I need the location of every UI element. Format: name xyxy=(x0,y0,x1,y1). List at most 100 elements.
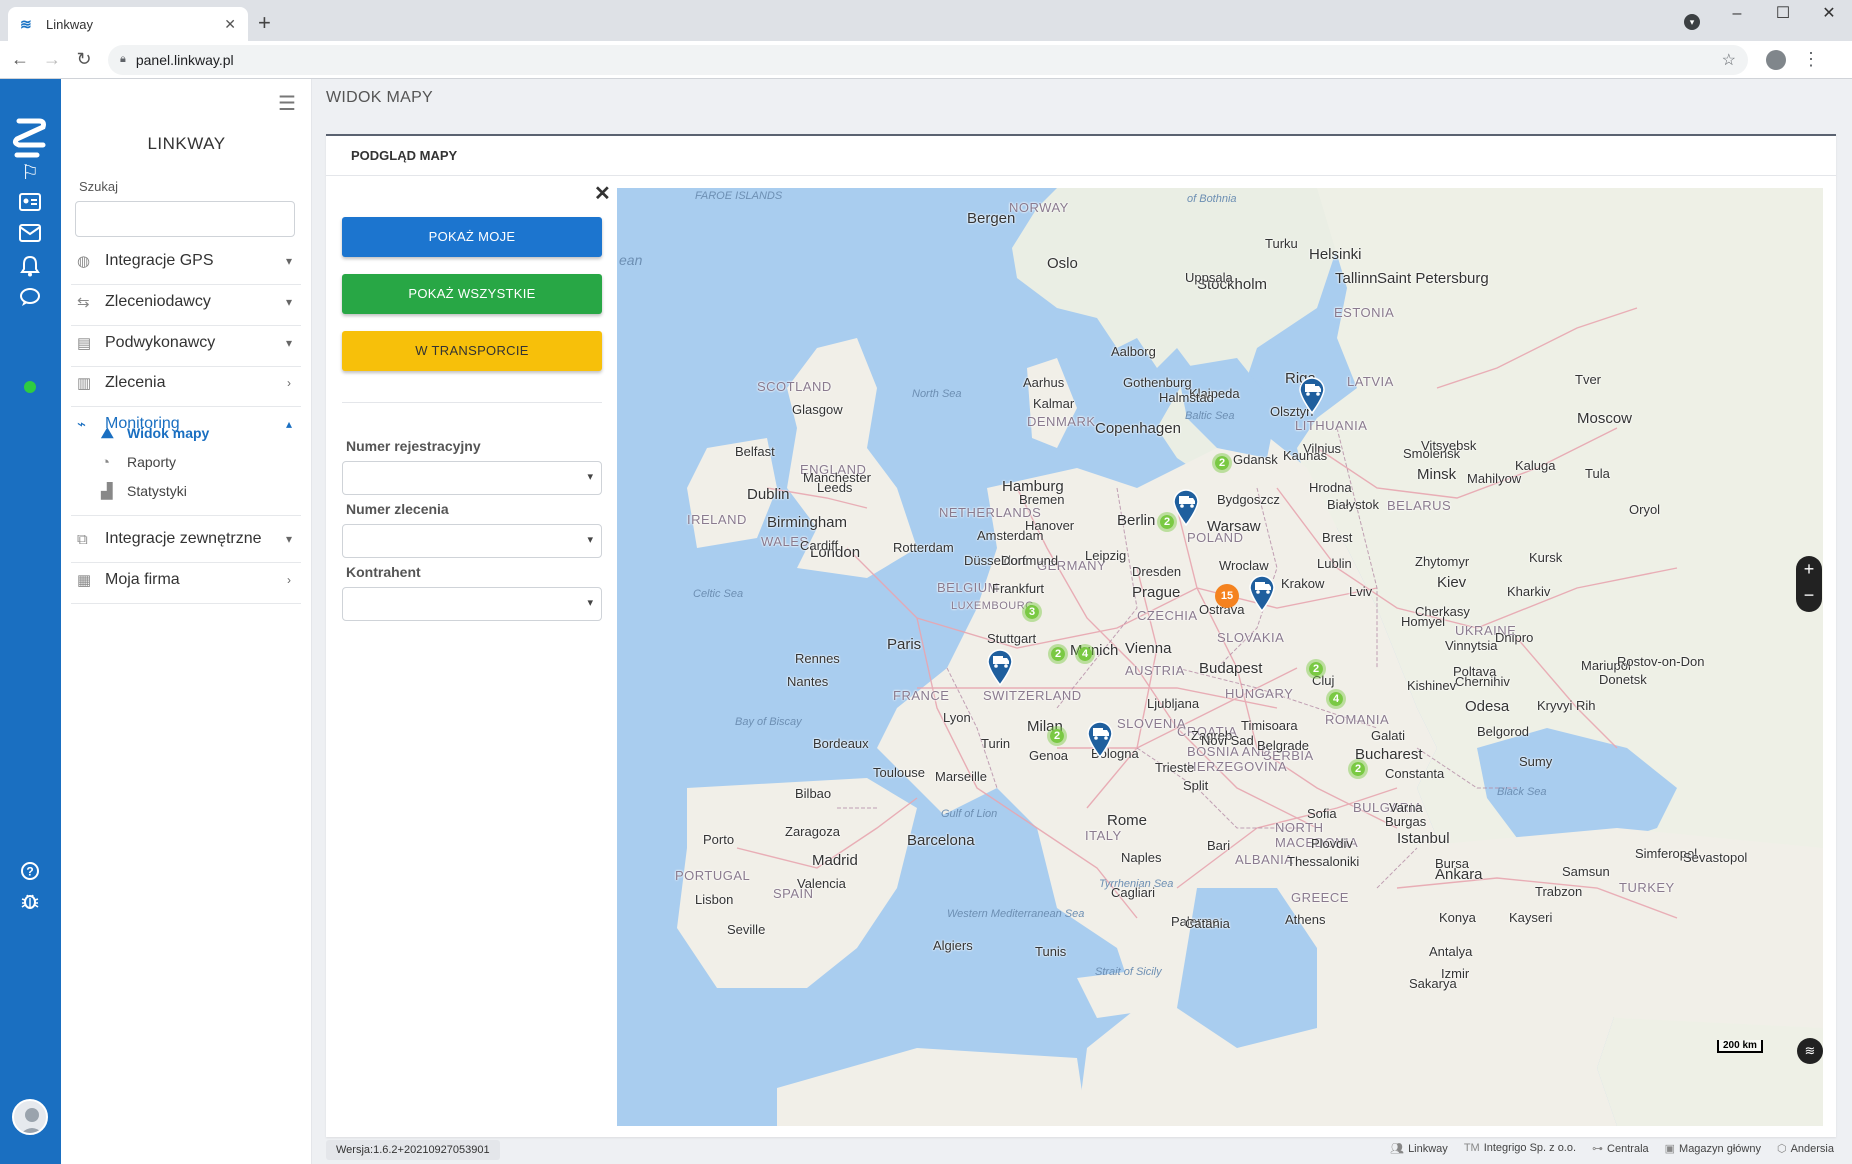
sidebar-subitem-raporty[interactable]: ◔ Raporty xyxy=(101,447,176,477)
city-label: Frankfurt xyxy=(992,581,1045,596)
country-label: TURKEY xyxy=(1619,880,1675,895)
star-icon[interactable]: ☆ xyxy=(1722,50,1736,70)
city-label: Timisoara xyxy=(1241,718,1298,733)
city-label: Valencia xyxy=(797,876,846,891)
chat-icon[interactable] xyxy=(18,287,42,311)
menu-icon[interactable]: ⋮ xyxy=(1802,49,1820,70)
footer-item-location[interactable]: ⬡ Andersia xyxy=(1777,1142,1834,1155)
building-icon: ▦ xyxy=(77,571,92,589)
handshake-icon: ⇆ xyxy=(77,293,90,311)
show-all-button[interactable]: POKAŻ WSZYSTKIE xyxy=(342,274,602,314)
sidebar-subitem-statystyki[interactable]: ▟ Statystyki xyxy=(101,476,187,506)
back-icon[interactable]: ← xyxy=(4,49,36,70)
truck-pin-icon[interactable] xyxy=(1085,718,1115,758)
footer-item-warehouse[interactable]: ▣ Magazyn główny xyxy=(1665,1142,1761,1155)
maximize-icon[interactable]: ☐ xyxy=(1760,0,1806,30)
sidebar-item-label: Integracje zewnętrzne xyxy=(105,530,262,547)
cluster-marker[interactable]: 2 xyxy=(1348,759,1368,779)
sea-label: Gulf of Lion xyxy=(941,808,998,820)
new-tab-button[interactable]: + xyxy=(258,10,271,36)
city-label: Tallinn xyxy=(1335,270,1378,287)
close-panel-icon[interactable]: ✕ xyxy=(594,181,611,206)
cluster-marker[interactable]: 2 xyxy=(1306,659,1326,679)
city-label: Leipzig xyxy=(1085,548,1127,563)
cluster-marker[interactable]: 4 xyxy=(1326,689,1346,709)
address-bar[interactable]: 🔒︎ panel.linkway.pl ☆ xyxy=(108,44,1748,75)
order-select[interactable] xyxy=(342,524,602,558)
bug-icon[interactable] xyxy=(18,891,42,915)
city-label: Belgrade xyxy=(1257,738,1310,753)
cluster-marker[interactable]: 2 xyxy=(1212,453,1232,473)
hamburger-icon[interactable]: ☰ xyxy=(278,91,296,116)
city-label: Novi Sad xyxy=(1201,733,1254,748)
cluster-marker[interactable]: 4 xyxy=(1075,644,1095,664)
chevron-down-icon: ▾ xyxy=(285,532,293,546)
window-controls: – ☐ ✕ xyxy=(1714,0,1852,30)
zoom-out-button[interactable]: − xyxy=(1796,582,1822,608)
city-label: Tunis xyxy=(1035,944,1067,959)
city-label: Seville xyxy=(727,922,766,937)
user-avatar[interactable] xyxy=(12,1099,48,1135)
layers-icon[interactable]: ≋ xyxy=(1797,1038,1823,1064)
card-title: PODGLĄD MAPY xyxy=(326,136,1836,176)
map-view[interactable]: FAROE ISLANDS North Sea Baltic Sea Celti… xyxy=(617,188,1823,1126)
sidebar-item-moja-firma[interactable]: ▦ Moja firma › xyxy=(71,556,301,604)
cluster-marker[interactable]: 3 xyxy=(1022,602,1042,622)
zoom-in-button[interactable]: + xyxy=(1796,556,1822,582)
warehouse-icon: ▣ xyxy=(1664,1143,1676,1155)
cluster-marker[interactable]: 2 xyxy=(1048,644,1068,664)
footer-item-branch[interactable]: ⊶ Centrala xyxy=(1592,1142,1649,1155)
footer-item-company[interactable]: 👥︎ Linkway xyxy=(1390,1142,1448,1155)
truck-pin-icon[interactable] xyxy=(1297,374,1327,414)
profile-icon[interactable] xyxy=(1766,49,1786,70)
sidebar-item-label: Moja firma xyxy=(105,570,180,588)
city-label: Galati xyxy=(1371,728,1405,743)
search-input[interactable] xyxy=(75,201,295,237)
tab-search-icon[interactable]: ▾ xyxy=(1684,14,1700,30)
linkway-favicon-icon: ≋ xyxy=(20,16,32,32)
forward-icon[interactable]: → xyxy=(36,49,68,70)
reload-icon[interactable]: ↻ xyxy=(68,49,100,70)
mail-icon[interactable] xyxy=(18,224,42,248)
registration-select[interactable] xyxy=(342,461,602,495)
help-icon[interactable]: ? xyxy=(18,861,42,885)
city-label: Gothenburg xyxy=(1123,375,1192,390)
city-label: Brest xyxy=(1322,530,1353,545)
city-label: Uppsala xyxy=(1185,270,1233,285)
country-label: CZECHIA xyxy=(1137,608,1198,623)
city-label: Paris xyxy=(887,636,922,653)
city-label: Moscow xyxy=(1577,410,1633,427)
city-label: Zaragoza xyxy=(785,824,840,839)
contacts-icon[interactable] xyxy=(18,192,42,216)
city-label: Bordeaux xyxy=(813,736,869,751)
city-label: Kalmar xyxy=(1033,396,1075,411)
in-transport-button[interactable]: W TRANSPORCIE xyxy=(342,331,602,371)
sea-label: Celtic Sea xyxy=(693,588,744,600)
flag-icon[interactable]: ⚐ xyxy=(18,161,42,185)
users-icon: 👥︎ xyxy=(1390,1143,1405,1155)
country-label: BELARUS xyxy=(1387,498,1452,513)
contractor-select[interactable] xyxy=(342,587,602,621)
city-label: Algiers xyxy=(933,938,973,953)
country-label: SLOVAKIA xyxy=(1217,630,1285,645)
cluster-marker[interactable]: 15 xyxy=(1215,584,1239,608)
city-label: Sevastopol xyxy=(1683,850,1748,865)
browser-tab[interactable]: ≋ Linkway ✕ xyxy=(8,7,248,41)
truck-pin-icon[interactable] xyxy=(1171,486,1201,526)
minimize-icon[interactable]: – xyxy=(1714,0,1760,30)
sea-label: of Bothnia xyxy=(1187,193,1237,205)
country-label: PORTUGAL xyxy=(675,868,751,883)
truck-pin-icon[interactable] xyxy=(1247,572,1277,612)
sidebar-subitem-widok-mapy[interactable]: ⛰ Widok mapy xyxy=(101,418,209,448)
truck-pin-icon[interactable] xyxy=(985,646,1015,686)
close-tab-icon[interactable]: ✕ xyxy=(224,16,236,33)
close-window-icon[interactable]: ✕ xyxy=(1806,0,1852,30)
cluster-marker[interactable]: 2 xyxy=(1047,726,1067,746)
show-mine-button[interactable]: POKAŻ MOJE xyxy=(342,217,602,257)
footer-item-tm[interactable]: TM Integrigo Sp. z o.o. xyxy=(1464,1142,1576,1155)
lock-icon[interactable]: 🔒︎ xyxy=(120,53,126,66)
subitem-label: Raporty xyxy=(127,454,177,470)
linkway-logo-icon[interactable] xyxy=(9,115,51,161)
tab-title: Linkway xyxy=(46,16,93,32)
bell-icon[interactable] xyxy=(18,255,42,279)
